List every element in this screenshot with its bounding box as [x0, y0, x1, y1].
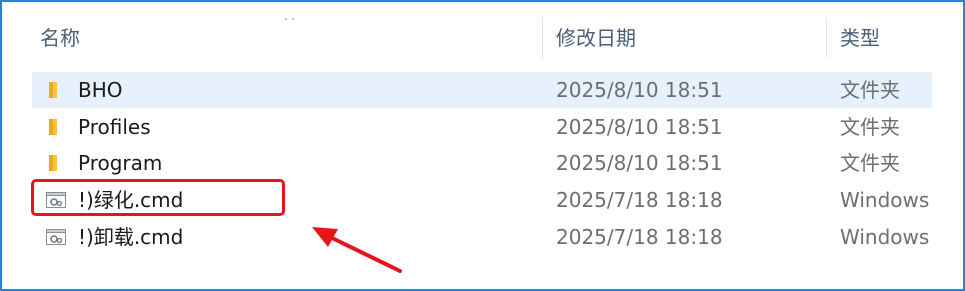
- dot-mark: [292, 18, 294, 20]
- file-type: Windows: [840, 225, 930, 249]
- file-name: Program: [78, 151, 163, 175]
- file-name: Profiles: [78, 115, 151, 139]
- file-date: 2025/7/18 18:18: [556, 188, 723, 212]
- file-date: 2025/8/10 18:51: [556, 115, 723, 139]
- column-type-header[interactable]: 类型: [840, 24, 880, 52]
- folder-icon: [49, 155, 57, 171]
- file-type: 文件夹: [840, 78, 900, 102]
- file-date: 2025/8/10 18:51: [556, 78, 723, 102]
- column-divider[interactable]: [542, 18, 543, 58]
- annotation-arrow-icon: [312, 227, 402, 273]
- file-row-program[interactable]: Program 2025/8/10 18:51 文件夹: [32, 145, 932, 181]
- column-divider[interactable]: [826, 18, 827, 58]
- folder-icon: [49, 82, 57, 98]
- file-type: 文件夹: [840, 115, 900, 139]
- file-row-profiles[interactable]: Profiles 2025/8/10 18:51 文件夹: [32, 109, 932, 145]
- annotation-highlight-box: [31, 179, 285, 216]
- file-name: BHO: [78, 78, 123, 102]
- folder-icon: [49, 119, 57, 135]
- column-date-header[interactable]: 修改日期: [556, 24, 636, 52]
- file-date: 2025/8/10 18:51: [556, 151, 723, 175]
- file-name: !)卸载.cmd: [78, 225, 184, 249]
- file-type: Windows: [840, 188, 930, 212]
- cmd-script-icon: [46, 229, 66, 245]
- file-date: 2025/7/18 18:18: [556, 225, 723, 249]
- file-row-bho[interactable]: BHO 2025/8/10 18:51 文件夹: [32, 72, 932, 108]
- file-explorer-window: 名称 修改日期 类型 BHO 2025/8/10 18:51 文件夹 Profi…: [0, 0, 965, 291]
- column-name-header[interactable]: 名称: [40, 24, 80, 52]
- file-type: 文件夹: [840, 151, 900, 175]
- dot-mark: [285, 18, 287, 20]
- column-header: 名称 修改日期 类型: [2, 2, 963, 58]
- file-row-uninstall-cmd[interactable]: !)卸载.cmd 2025/7/18 18:18 Windows: [32, 219, 932, 255]
